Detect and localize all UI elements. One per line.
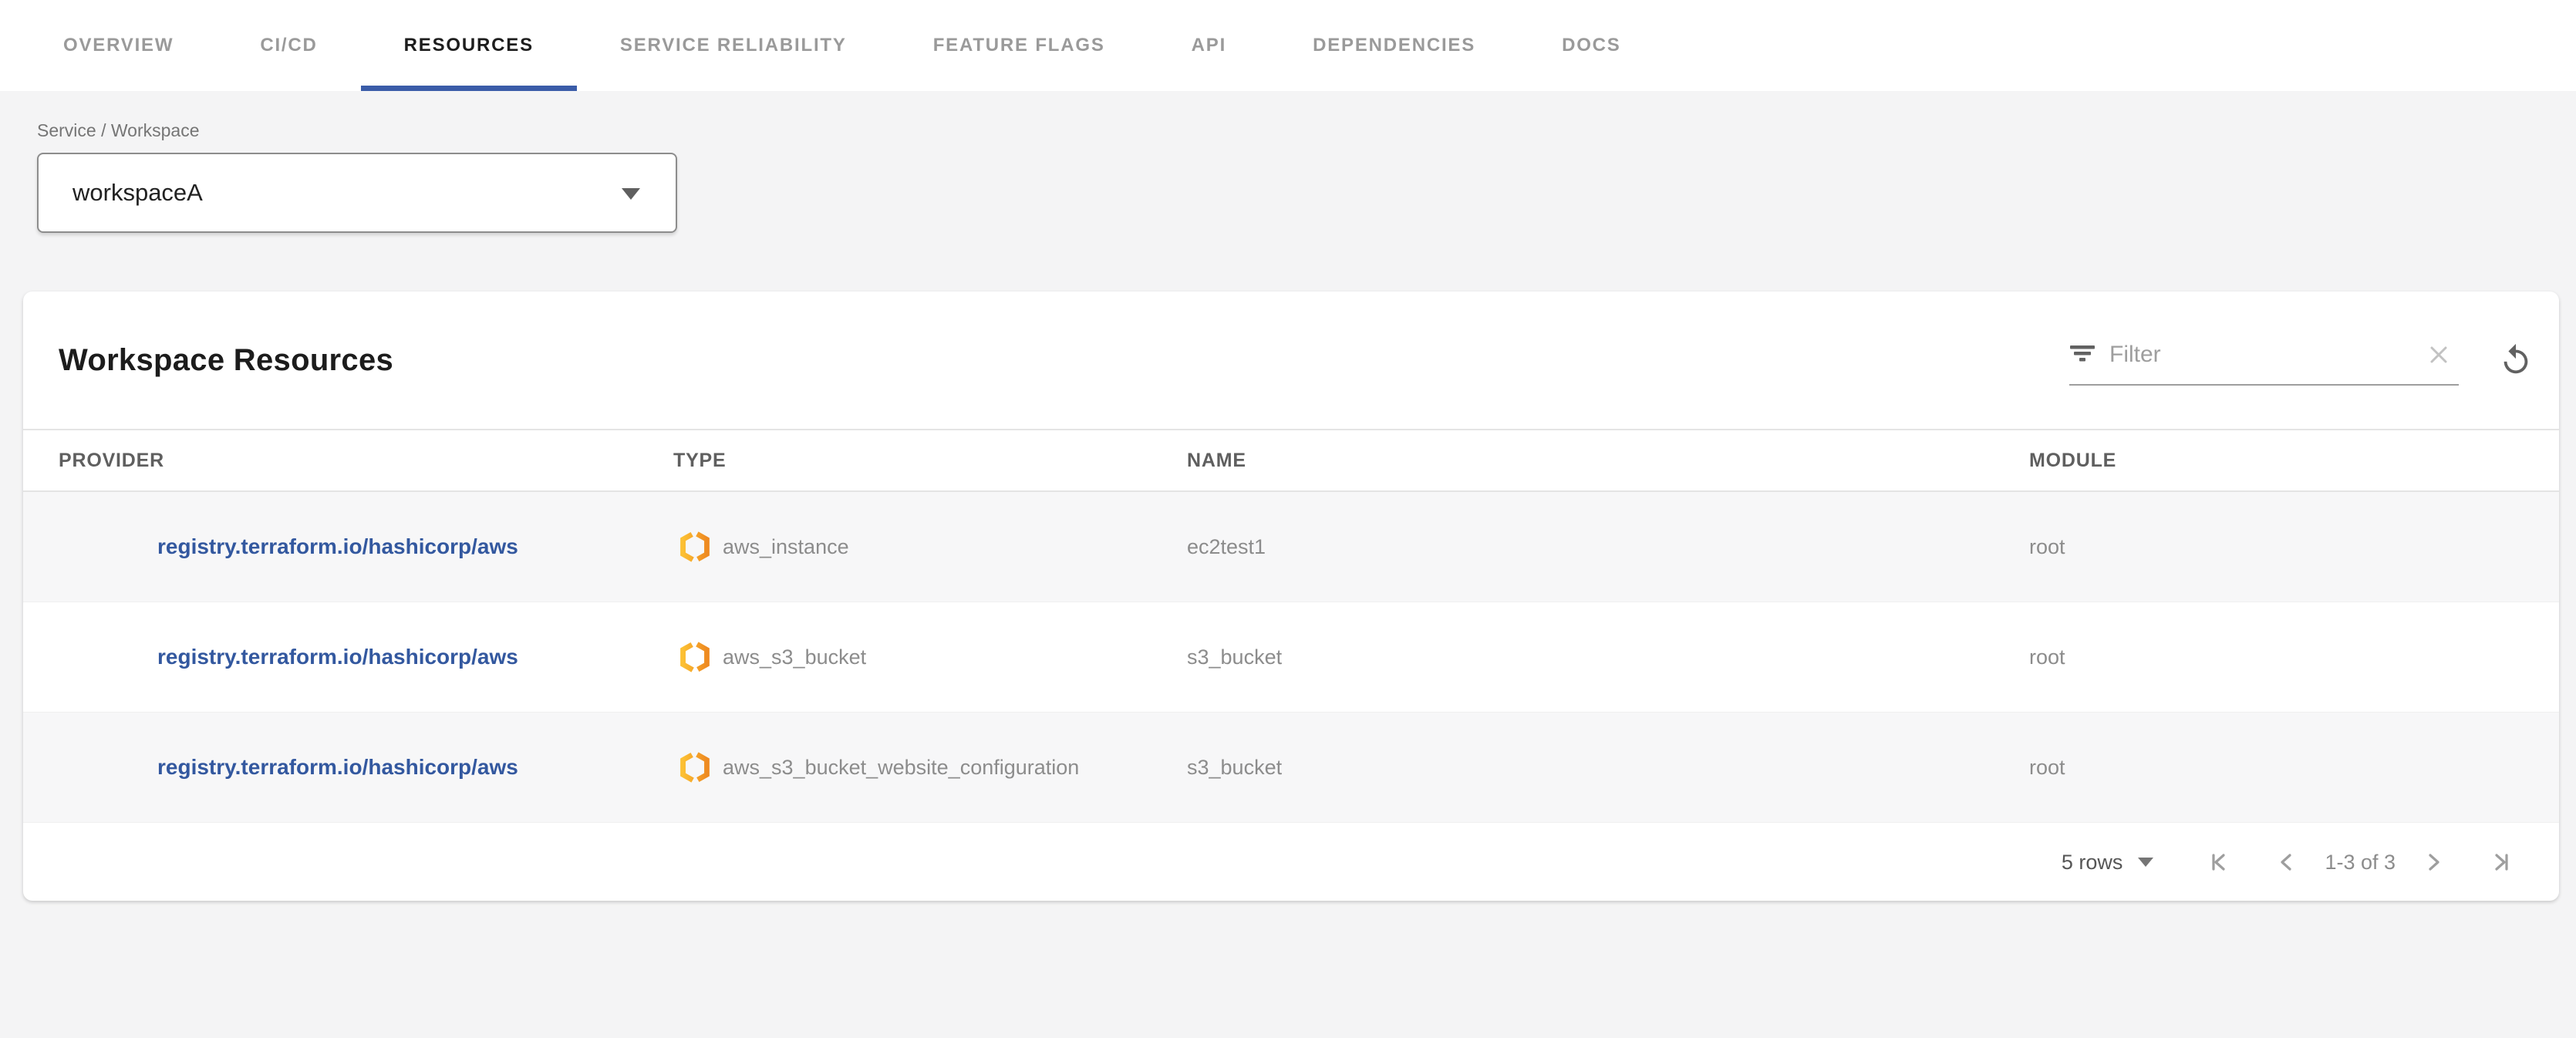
cell-provider: registry.terraform.io/hashicorp/aws	[23, 755, 673, 780]
column-header-type: TYPE	[673, 450, 1187, 472]
previous-page-icon[interactable]	[2269, 844, 2305, 880]
provider-link[interactable]: registry.terraform.io/hashicorp/aws	[157, 755, 518, 779]
first-page-icon[interactable]	[2201, 844, 2237, 880]
chevron-down-icon	[622, 188, 640, 200]
tab-api[interactable]: API	[1148, 0, 1269, 91]
workspace-resources-card: Workspace Resources PROVIDERT	[23, 292, 2559, 901]
cell-type: aws_s3_bucket	[673, 639, 1187, 675]
terraform-provider-hexagon-icon	[679, 750, 710, 785]
table-row: registry.terraform.io/hashicorp/aws aws_s…	[23, 602, 2559, 713]
cell-name: s3_bucket	[1187, 645, 2029, 669]
filter-box	[2069, 335, 2459, 386]
workspace-selector-label: Service / Workspace	[37, 120, 677, 141]
cell-name: s3_bucket	[1187, 756, 2029, 780]
cell-name: ec2test1	[1187, 535, 2029, 559]
tab-feature-flags[interactable]: FEATURE FLAGS	[890, 0, 1148, 91]
table-row: registry.terraform.io/hashicorp/aws aws_i…	[23, 492, 2559, 602]
workspace-dropdown[interactable]: workspaceA	[37, 153, 677, 233]
refresh-icon[interactable]	[2496, 340, 2536, 380]
cell-module: root	[2029, 535, 2559, 559]
cell-type: aws_instance	[673, 529, 1187, 564]
next-page-icon[interactable]	[2416, 844, 2451, 880]
workspace-dropdown-value: workspaceA	[72, 179, 203, 207]
tab-overview[interactable]: OVERVIEW	[20, 0, 217, 91]
resource-type-label: aws_s3_bucket	[723, 645, 866, 669]
tab-resources[interactable]: RESOURCES	[361, 0, 577, 91]
column-header-module: MODULE	[2029, 450, 2559, 472]
tab-docs[interactable]: DOCS	[1519, 0, 1664, 91]
workspace-selector: Service / Workspace workspaceA	[37, 120, 677, 233]
table-header-row: PROVIDERTYPENAMEMODULE	[23, 429, 2559, 492]
pagination-bar: 5 rows 1-3 of 3	[23, 823, 2559, 902]
provider-link[interactable]: registry.terraform.io/hashicorp/aws	[157, 534, 518, 558]
page-title: Workspace Resources	[59, 343, 393, 378]
filter-input[interactable]	[2109, 342, 2405, 368]
cell-type: aws_s3_bucket_website_configuration	[673, 750, 1187, 785]
terraform-provider-hexagon-icon	[679, 639, 710, 675]
cell-provider: registry.terraform.io/hashicorp/aws	[23, 534, 673, 559]
tab-ci-cd[interactable]: CI/CD	[217, 0, 360, 91]
pagination-range-label: 1-3 of 3	[2325, 851, 2396, 875]
filter-icon	[2069, 342, 2096, 369]
rows-per-page-value: 5 rows	[2062, 851, 2123, 875]
card-header: Workspace Resources	[23, 292, 2559, 429]
tab-bar: OVERVIEWCI/CDRESOURCESSERVICE RELIABILIT…	[0, 0, 2576, 91]
resource-type-label: aws_s3_bucket_website_configuration	[723, 756, 1079, 780]
tab-service-reliability[interactable]: SERVICE RELIABILITY	[577, 0, 890, 91]
terraform-provider-hexagon-icon	[679, 529, 710, 564]
last-page-icon[interactable]	[2483, 844, 2519, 880]
chevron-down-icon	[2138, 858, 2153, 867]
table-row: registry.terraform.io/hashicorp/aws aws_s…	[23, 713, 2559, 823]
clear-filter-icon[interactable]	[2419, 335, 2459, 375]
tab-dependencies[interactable]: DEPENDENCIES	[1269, 0, 1519, 91]
resource-type-label: aws_instance	[723, 535, 849, 559]
cell-provider: registry.terraform.io/hashicorp/aws	[23, 645, 673, 669]
table-body: registry.terraform.io/hashicorp/aws aws_i…	[23, 492, 2559, 823]
column-header-provider: PROVIDER	[23, 450, 673, 472]
provider-link[interactable]: registry.terraform.io/hashicorp/aws	[157, 645, 518, 669]
cell-module: root	[2029, 645, 2559, 669]
column-header-name: NAME	[1187, 450, 2029, 472]
cell-module: root	[2029, 756, 2559, 780]
rows-per-page-select[interactable]: 5 rows	[2062, 851, 2154, 875]
